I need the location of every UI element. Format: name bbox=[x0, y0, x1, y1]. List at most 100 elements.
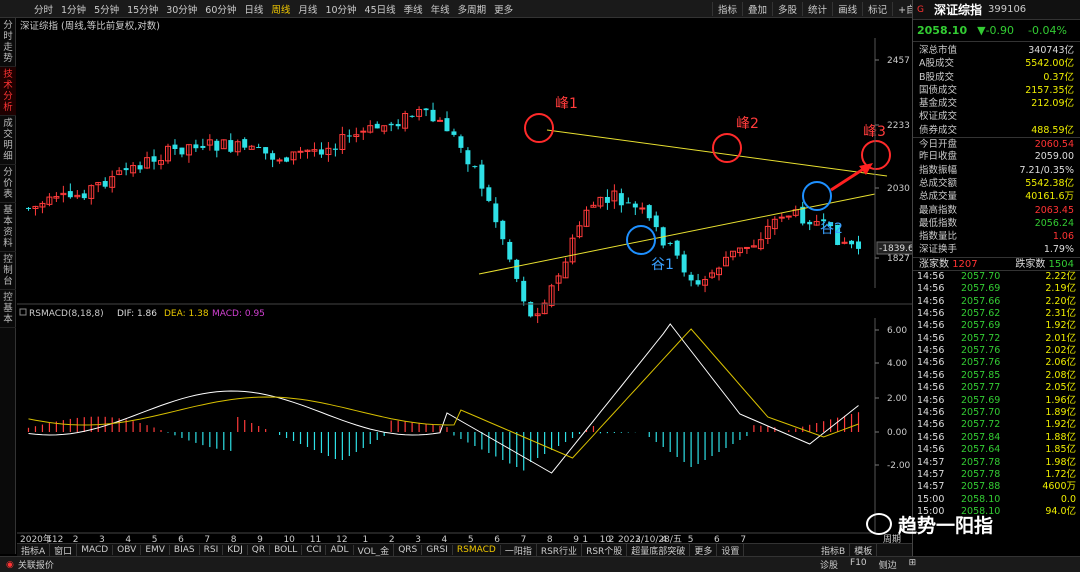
timeframe-tab-10[interactable]: 45日线 bbox=[361, 2, 400, 16]
indicator-tab-21[interactable]: 设置 bbox=[717, 543, 745, 557]
stat-label: 今日开盘 bbox=[919, 139, 958, 151]
timeframe-tab-12[interactable]: 年线 bbox=[427, 2, 454, 16]
indicator-tab-10[interactable]: CCI bbox=[302, 545, 327, 555]
tool-button-0[interactable]: 指标 bbox=[712, 1, 742, 16]
watermark: 趋势一阳指 bbox=[866, 506, 1080, 542]
indicator-tab-15[interactable]: RSMACD bbox=[453, 545, 501, 555]
indicator-tab-18[interactable]: RSR个股 bbox=[582, 543, 628, 557]
leftnav-item-6[interactable]: 控基本 bbox=[0, 290, 16, 328]
tick-row: 14:57 2057.78 1.72亿 bbox=[913, 469, 1080, 481]
timeframe-tab-8[interactable]: 月线 bbox=[294, 2, 321, 16]
date-tick: 4 bbox=[442, 535, 448, 543]
status-bar: ◉ 关联报价 诊股 F10 侧边 ⊞ bbox=[0, 556, 1080, 572]
quote-panel: G 深证综指 399106 2058.10 ▼-0.90 -0.04% 深总市值… bbox=[912, 0, 1080, 556]
candle-body bbox=[214, 140, 220, 151]
date-tick: 2 bbox=[389, 535, 395, 543]
timeframe-tab-2[interactable]: 5分钟 bbox=[90, 2, 123, 16]
indicator-tab-8[interactable]: QR bbox=[248, 545, 271, 555]
indicator-tab-1[interactable]: 窗口 bbox=[50, 543, 78, 557]
tool-button-5[interactable]: 标记 bbox=[862, 1, 892, 16]
leftnav-item-1[interactable]: 技术分析 bbox=[0, 67, 16, 116]
indicator-tab-6[interactable]: RSI bbox=[200, 545, 224, 555]
indicator-tab-9[interactable]: BOLL bbox=[270, 545, 303, 555]
stat-row: 深总市值 340743亿 bbox=[913, 44, 1080, 57]
date-tick: 5 bbox=[152, 535, 158, 543]
tick-row: 15:00 2058.10 0.0 bbox=[913, 494, 1080, 506]
indicator-tab-11[interactable]: ADL bbox=[326, 545, 354, 555]
candle-body bbox=[172, 144, 178, 150]
kline-chart-svg[interactable]: 深证综指 (周线,等比前复权,对数) 峰1峰2 峰3谷1谷2 2457223320… bbox=[17, 18, 914, 545]
leftnav-item-0[interactable]: 分时走势 bbox=[0, 18, 16, 67]
status-link[interactable]: 关联报价 bbox=[18, 558, 54, 571]
indicator-tab-3[interactable]: OBV bbox=[113, 545, 142, 555]
tool-button-4[interactable]: 画线 bbox=[832, 1, 862, 16]
leftnav-item-4[interactable]: 基本资料 bbox=[0, 203, 16, 252]
candle-body bbox=[500, 220, 506, 240]
tool-button-2[interactable]: 多股 bbox=[772, 1, 802, 16]
indicator-tab-right-1[interactable]: 模板 bbox=[850, 543, 878, 557]
timeframe-tab-9[interactable]: 10分钟 bbox=[321, 2, 360, 16]
status-item-0[interactable]: 诊股 bbox=[820, 558, 838, 571]
stat-value: 340743亿 bbox=[1028, 45, 1074, 56]
timeframe-tab-6[interactable]: 日线 bbox=[240, 2, 267, 16]
timeframe-tab-7[interactable]: 周线 bbox=[267, 2, 294, 16]
candle-body bbox=[514, 259, 520, 279]
tool-button-1[interactable]: 叠加 bbox=[742, 1, 772, 16]
tick-time: 14:57 bbox=[917, 456, 945, 468]
indicator-tab-20[interactable]: 更多 bbox=[690, 543, 718, 557]
indicator-tab-0[interactable]: 指标A bbox=[17, 543, 51, 557]
timeframe-tab-3[interactable]: 15分钟 bbox=[123, 2, 162, 16]
indicator-tab-17[interactable]: RSR行业 bbox=[537, 543, 583, 557]
valley1-circle bbox=[626, 225, 656, 255]
tick-row: 14:56 2057.72 1.92亿 bbox=[913, 419, 1080, 431]
indicator-tab-16[interactable]: 一阳指 bbox=[501, 543, 537, 557]
indicator-tab-4[interactable]: EMV bbox=[141, 545, 170, 555]
last-price: 2058.10 bbox=[917, 24, 968, 37]
indicator-tab-19[interactable]: 超量底部突破 bbox=[627, 543, 691, 557]
stat-label: B股成交 bbox=[919, 71, 955, 83]
chart-area[interactable]: 深证综指 (周线,等比前复权,对数) 峰1 峰2 峰3 谷1 谷2 2457 2233 20… bbox=[17, 18, 914, 545]
tool-button-3[interactable]: 统计 bbox=[802, 1, 832, 16]
timeframe-tab-11[interactable]: 季线 bbox=[400, 2, 427, 16]
stat-row: 基金成交 212.09亿 bbox=[913, 97, 1080, 110]
leftnav-item-5[interactable]: 控制台 bbox=[0, 252, 16, 290]
indicator-tab-5[interactable]: BIAS bbox=[170, 545, 200, 555]
candle-body bbox=[486, 187, 492, 201]
date-tick: 9 bbox=[257, 535, 263, 543]
indicator-tab-13[interactable]: QRS bbox=[394, 545, 423, 555]
advance-decline: 涨家数 1207 跌家数 1504 bbox=[913, 256, 1080, 271]
stat-value: 1.06 bbox=[1052, 231, 1074, 243]
timeframe-tab-13[interactable]: 多周期 bbox=[454, 2, 491, 16]
price-tick: 1827 bbox=[887, 254, 910, 264]
tick-row: 14:56 2057.84 1.88亿 bbox=[913, 432, 1080, 444]
tick-list[interactable]: 14:56 2057.70 2.22亿 14:56 2057.69 2.19亿 14:56 2… bbox=[913, 271, 1080, 519]
timeframe-tab-4[interactable]: 30分钟 bbox=[162, 2, 201, 16]
status-item-1[interactable]: F10 bbox=[850, 558, 867, 571]
timeframe-tab-0[interactable]: 分时 bbox=[30, 2, 57, 16]
date-tick: 8 bbox=[231, 535, 237, 543]
indicator-tab-right-0[interactable]: 指标B bbox=[817, 543, 851, 557]
status-item-3[interactable]: ⊞ bbox=[909, 558, 917, 571]
indicator-tab-12[interactable]: VOL_金 bbox=[354, 543, 395, 557]
tick-price: 2057.66 bbox=[961, 295, 1001, 307]
status-item-2[interactable]: 侧边 bbox=[879, 558, 897, 571]
indicator-tab-7[interactable]: KDJ bbox=[223, 545, 248, 555]
indicator-tab-2[interactable]: MACD bbox=[77, 545, 114, 555]
candle-body bbox=[521, 280, 527, 302]
candle-body bbox=[681, 254, 687, 273]
date-tick: 7 bbox=[740, 535, 746, 543]
tick-time: 14:56 bbox=[917, 320, 945, 332]
tick-row: 14:56 2057.72 2.01亿 bbox=[913, 333, 1080, 345]
leftnav-item-2[interactable]: 成交明细 bbox=[0, 116, 16, 165]
macd-tick: 6.00 bbox=[887, 326, 907, 336]
timeframe-tab-14[interactable]: 更多 bbox=[490, 2, 517, 16]
timeframe-tab-5[interactable]: 60分钟 bbox=[201, 2, 240, 16]
candle-body bbox=[437, 119, 443, 122]
down-count-label: 跌家数 bbox=[1015, 258, 1046, 270]
leftnav-item-3[interactable]: 分价表 bbox=[0, 165, 16, 203]
tick-time: 14:56 bbox=[917, 407, 945, 419]
date-tick: 1 bbox=[46, 535, 52, 543]
timeframe-tab-1[interactable]: 1分钟 bbox=[57, 2, 90, 16]
indicator-tab-14[interactable]: GRSI bbox=[422, 545, 453, 555]
pattern-annotations: 峰1 峰2 峰3 谷1 谷2 bbox=[524, 96, 891, 273]
